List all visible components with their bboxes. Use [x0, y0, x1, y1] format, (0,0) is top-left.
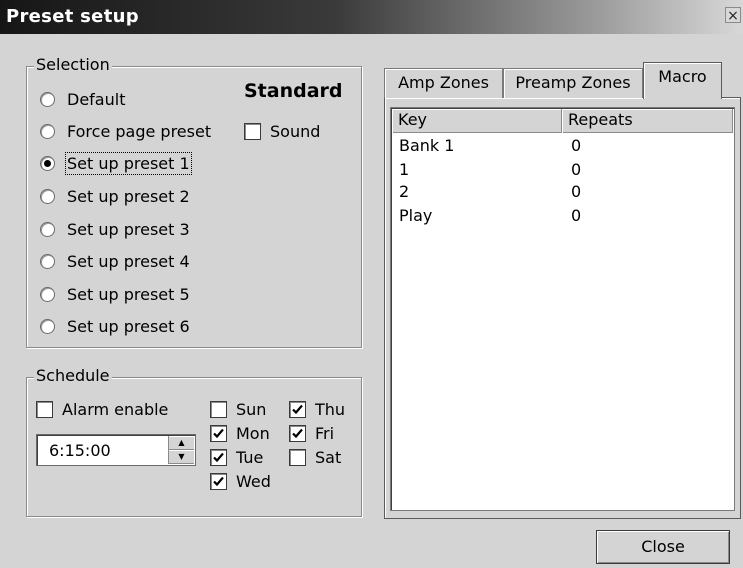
- day-tue-label: Tue: [236, 447, 264, 467]
- day-sun-label: Sun: [236, 399, 267, 419]
- column-repeats-header[interactable]: Repeats: [562, 109, 733, 133]
- day-thu-row[interactable]: Thu: [289, 398, 345, 420]
- spin-down-icon[interactable]: ▼: [169, 450, 194, 464]
- alarm-enable-label: Alarm enable: [62, 399, 169, 419]
- key-cell: 1: [399, 160, 410, 179]
- day-sat-checkbox[interactable]: [289, 448, 306, 466]
- mode-label: Standard: [244, 80, 343, 102]
- radio-preset-4[interactable]: Set up preset 4: [40, 248, 190, 274]
- radio-preset-3-indicator[interactable]: [40, 221, 55, 237]
- day-thu-label: Thu: [315, 399, 346, 419]
- selection-legend: Selection: [34, 55, 112, 74]
- repeats-cell: 0: [571, 136, 582, 155]
- radio-preset-5-indicator[interactable]: [40, 286, 55, 302]
- key-cell: Play: [399, 206, 433, 225]
- day-mon-checkbox[interactable]: [210, 424, 227, 442]
- repeats-cell: 0: [571, 206, 582, 225]
- day-wed-row[interactable]: Wed: [210, 470, 271, 492]
- check-mark-icon: [213, 452, 224, 462]
- alarm-enable-checkbox[interactable]: [36, 400, 53, 418]
- day-tue-checkbox[interactable]: [210, 448, 227, 466]
- window-title: Preset setup: [6, 6, 139, 27]
- day-fri-label: Fri: [315, 423, 335, 443]
- key-cell: 2: [399, 182, 410, 201]
- radio-default-indicator[interactable]: [40, 91, 55, 107]
- radio-force-page-preset[interactable]: Force page preset: [40, 118, 211, 144]
- radio-preset-6-indicator[interactable]: [40, 318, 55, 334]
- check-mark-icon: [213, 476, 224, 486]
- radio-preset-2-label: Set up preset 2: [67, 186, 190, 206]
- radio-force-page-preset-indicator[interactable]: [40, 123, 55, 139]
- radio-preset-3-label: Set up preset 3: [67, 219, 190, 239]
- radio-preset-2[interactable]: Set up preset 2: [40, 183, 190, 209]
- day-fri-checkbox[interactable]: [289, 424, 306, 442]
- radio-preset-4-label: Set up preset 4: [67, 251, 190, 271]
- day-sat-row[interactable]: Sat: [289, 446, 341, 468]
- radio-preset-4-indicator[interactable]: [40, 253, 55, 269]
- radio-preset-1-label: Set up preset 1: [65, 151, 192, 175]
- repeats-cell: 0: [571, 182, 582, 201]
- day-wed-checkbox[interactable]: [210, 472, 227, 490]
- radio-preset-2-indicator[interactable]: [40, 188, 55, 204]
- day-sun-checkbox[interactable]: [210, 400, 227, 418]
- tab-amp-zones[interactable]: Amp Zones: [384, 68, 503, 98]
- day-thu-checkbox[interactable]: [289, 400, 306, 418]
- column-key-header[interactable]: Key: [392, 109, 562, 133]
- day-wed-label: Wed: [236, 471, 271, 491]
- day-sun-row[interactable]: Sun: [210, 398, 266, 420]
- tab-preamp-zones[interactable]: Preamp Zones: [503, 68, 643, 98]
- macro-list[interactable]: Key Repeats Bank 1 0 1 0 2 0 Play 0: [390, 107, 735, 511]
- sound-label: Sound: [270, 121, 321, 141]
- radio-default[interactable]: Default: [40, 86, 125, 112]
- table-row[interactable]: Play 0: [391, 206, 732, 230]
- radio-preset-5-label: Set up preset 5: [67, 284, 190, 304]
- radio-force-page-preset-label: Force page preset: [67, 121, 212, 141]
- spin-up-icon[interactable]: ▲: [169, 436, 194, 450]
- table-row[interactable]: 2 0: [391, 182, 732, 206]
- check-mark-icon: [292, 404, 303, 414]
- radio-preset-6-label: Set up preset 6: [67, 316, 190, 336]
- day-mon-label: Mon: [236, 423, 270, 443]
- check-mark-icon: [292, 428, 303, 438]
- alarm-enable-row[interactable]: Alarm enable: [36, 398, 168, 420]
- radio-preset-5[interactable]: Set up preset 5: [40, 281, 190, 307]
- sound-checkbox-row[interactable]: Sound: [244, 120, 320, 142]
- radio-default-label: Default: [67, 89, 126, 109]
- check-mark-icon: [213, 428, 224, 438]
- time-spinner[interactable]: 6:15:00 ▲ ▼: [36, 434, 196, 466]
- tab-macro[interactable]: Macro: [643, 62, 722, 99]
- close-button[interactable]: Close: [596, 530, 730, 564]
- sound-checkbox[interactable]: [244, 122, 261, 140]
- day-fri-row[interactable]: Fri: [289, 422, 334, 444]
- title-bar: Preset setup ×: [0, 0, 743, 34]
- radio-preset-3[interactable]: Set up preset 3: [40, 216, 190, 242]
- key-cell: Bank 1: [399, 136, 455, 155]
- radio-preset-6[interactable]: Set up preset 6: [40, 313, 190, 339]
- time-value[interactable]: 6:15:00: [49, 441, 111, 460]
- day-sat-label: Sat: [315, 447, 342, 467]
- schedule-legend: Schedule: [34, 366, 112, 385]
- radio-preset-1-indicator[interactable]: [40, 155, 55, 171]
- time-spinner-arrows: ▲ ▼: [168, 436, 194, 464]
- radio-preset-1[interactable]: Set up preset 1: [40, 150, 192, 176]
- window-close-icon[interactable]: ×: [725, 7, 741, 24]
- table-row[interactable]: Bank 1 0: [391, 136, 732, 160]
- day-tue-row[interactable]: Tue: [210, 446, 263, 468]
- list-header: Key Repeats: [392, 109, 733, 133]
- day-mon-row[interactable]: Mon: [210, 422, 270, 444]
- table-row[interactable]: 1 0: [391, 160, 732, 184]
- repeats-cell: 0: [571, 160, 582, 179]
